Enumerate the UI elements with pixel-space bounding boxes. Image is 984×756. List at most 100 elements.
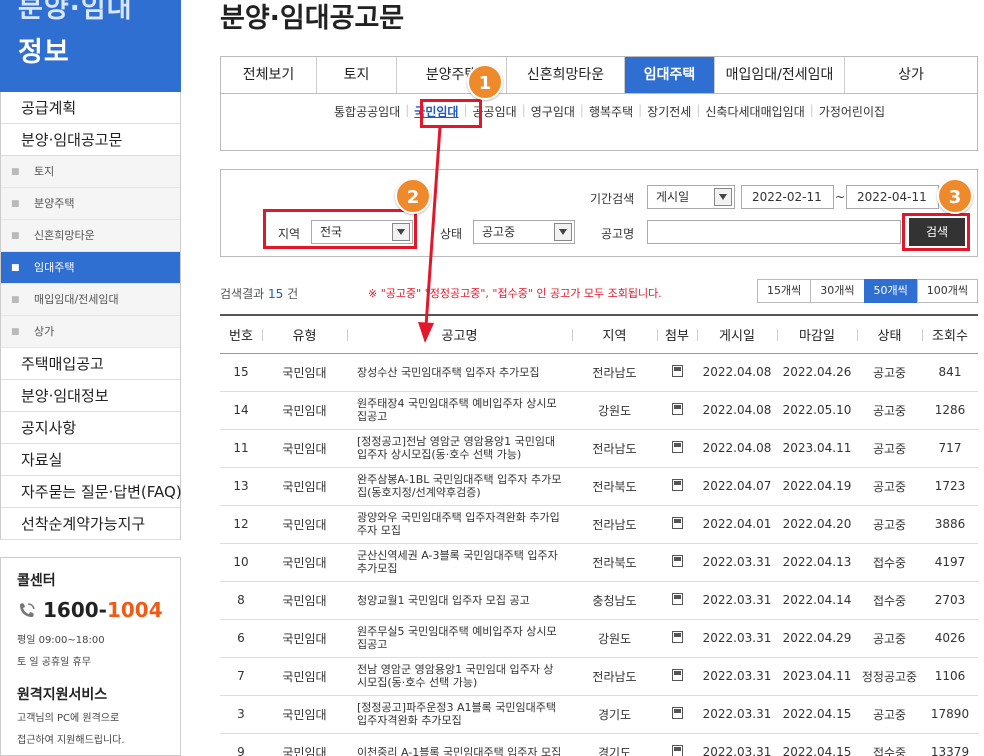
subtab-0[interactable]: 통합공공임대 <box>331 103 403 120</box>
subtabs-box: 통합공공임대 | 국민임대 | 공공임대 | 영구임대 | 행복주택 | 장기전세 | 신축다세대매입임… <box>220 93 978 151</box>
remote-service-title[interactable]: 원격지원서비스 <box>17 684 164 704</box>
sidebar-item[interactable]: ■ 상가 <box>1 316 180 348</box>
table-cell: 2023.04.11 <box>777 429 857 468</box>
table-cell[interactable]: 청양교월1 국민임대 입주자 모집 공고 <box>347 581 572 620</box>
table-cell: 17890 <box>922 695 978 734</box>
file-icon[interactable] <box>671 706 683 719</box>
table-cell: 2022.04.19 <box>777 467 857 506</box>
sidebar-item[interactable]: ■ 임대주택 <box>1 252 180 284</box>
table-cell[interactable]: 군산신역세권 A-3블록 국민임대주택 입주자 추가모집 <box>347 543 572 582</box>
tab-6[interactable]: 상가 <box>845 57 977 93</box>
file-icon[interactable] <box>671 630 683 643</box>
subtab-3[interactable]: 영구임대 <box>528 103 578 120</box>
table-row[interactable]: 9 국민임대 이천중리 A-1블록 국민임대주택 입주자 모집 경기도 2022.03.… <box>220 733 978 756</box>
table-cell[interactable]: 전남 영암군 영암용앙1 국민임대 입주자 상시모집(동·호수 선택 가능) <box>347 657 572 696</box>
table-row[interactable]: 11 국민임대 [정정공고]전남 영암군 영암용앙1 국민임대 입주자 상시모집(동… <box>220 429 978 468</box>
callcenter-title: 콜센터 <box>17 573 56 589</box>
table-cell: 공고중 <box>857 505 922 544</box>
result-prefix: 검색결과 <box>220 287 265 301</box>
subtab-6[interactable]: 신축다세대매입임대 <box>702 103 807 120</box>
file-icon[interactable] <box>671 440 683 453</box>
period-type-select[interactable]: 게시일 <box>647 185 735 209</box>
sidebar-item[interactable]: 주택매입공고 <box>1 348 180 380</box>
file-icon[interactable] <box>671 516 683 529</box>
table-header-label: 번호 <box>229 328 253 344</box>
table-row[interactable]: 7 국민임대 전남 영암군 영암용앙1 국민임대 입주자 상시모집(동·호수 선택 … <box>220 657 978 696</box>
table-header-cell: 게시일 <box>697 314 777 354</box>
tab-4[interactable]: 임대주택 <box>625 57 715 93</box>
file-icon[interactable] <box>671 478 683 491</box>
table-cell[interactable]: [정정공고]파주운정3 A1블록 국민임대주택 입주자격완화 추가모집 <box>347 695 572 734</box>
table-cell[interactable]: 완주삼봉A-1BL 국민임대주택 입주자 추가모집(동호지정/선계약후검증) <box>347 467 572 506</box>
status-value: 공고중 <box>482 225 516 239</box>
per-page-option[interactable]: 100개씩 <box>916 279 978 303</box>
file-icon[interactable] <box>671 668 683 681</box>
table-cell: 10 <box>220 543 262 582</box>
column-divider <box>922 329 923 341</box>
sidebar-item-label: 공급계획 <box>21 99 77 117</box>
table-row[interactable]: 3 국민임대 [정정공고]파주운정3 A1블록 국민임대주택 입주자격완화 추가모집… <box>220 695 978 734</box>
table-cell[interactable]: 이천중리 A-1블록 국민임대주택 입주자 모집 <box>347 733 572 756</box>
tab-0[interactable]: 전체보기 <box>221 57 317 93</box>
sidebar-item-label: 공지사항 <box>21 419 77 437</box>
table-row[interactable]: 13 국민임대 완주삼봉A-1BL 국민임대주택 입주자 추가모집(동호지정/선계약… <box>220 467 978 506</box>
file-icon[interactable] <box>671 592 683 605</box>
table-cell[interactable]: 광양와우 국민임대주택 입주자격완화 추가입주자 모집 <box>347 505 572 544</box>
table-row[interactable]: 8 국민임대 청양교월1 국민임대 입주자 모집 공고 충청남도 2022.03.31 2… <box>220 581 978 620</box>
sidebar-item-label: 선착순계약가능지구 <box>21 515 146 533</box>
per-page-option[interactable]: 50개씩 <box>863 279 918 303</box>
period-label: 기간검색 <box>590 192 635 206</box>
sidebar-item[interactable]: ■ 신혼희망타운 <box>1 220 180 252</box>
table-cell[interactable]: 원주무실5 국민임대주택 예비입주자 상시모집공고 <box>347 619 572 658</box>
table-row[interactable]: 12 국민임대 광양와우 국민임대주택 입주자격완화 추가입주자 모집 전라남도 202… <box>220 505 978 544</box>
table-row[interactable]: 15 국민임대 장성수산 국민임대주택 입주자 추가모집 전라남도 2022.04.08… <box>220 353 978 392</box>
table-cell: 4026 <box>922 619 978 658</box>
table-row[interactable]: 6 국민임대 원주무실5 국민임대주택 예비입주자 상시모집공고 강원도 2022.03… <box>220 619 978 658</box>
table-row[interactable]: 14 국민임대 원주태장4 국민임대주택 예비입주자 상시모집공고 강원도 2022.0… <box>220 391 978 430</box>
subtab-5[interactable]: 장기전세 <box>644 103 694 120</box>
subtab-4[interactable]: 행복주택 <box>586 103 636 120</box>
file-icon[interactable] <box>671 554 683 567</box>
tab-3[interactable]: 신혼희망타운 <box>507 57 625 93</box>
sidebar-item[interactable]: ■ 분양주택 <box>1 188 180 220</box>
date-to-input[interactable]: 2022-04-11 <box>846 185 939 209</box>
tab-5[interactable]: 매입임대/전세임대 <box>715 57 845 93</box>
per-page-option[interactable]: 15개씩 <box>757 279 812 303</box>
sidebar-item[interactable]: 자료실 <box>1 444 180 476</box>
sidebar-item[interactable]: 자주묻는 질문·답변(FAQ) <box>1 476 182 508</box>
table-cell: 국민임대 <box>262 391 347 430</box>
file-icon[interactable] <box>671 402 683 415</box>
name-input[interactable] <box>647 220 901 244</box>
table-cell <box>657 619 697 658</box>
table-cell[interactable]: 원주태장4 국민임대주택 예비입주자 상시모집공고 <box>347 391 572 430</box>
table-cell: 공고중 <box>857 391 922 430</box>
sidebar-item[interactable]: 선착순계약가능지구 <box>1 508 180 540</box>
callcenter-hours-weekend: 토 일 공휴일 휴무 <box>17 657 91 668</box>
status-select[interactable]: 공고중 <box>473 220 575 244</box>
subtab-7[interactable]: 가정어린이집 <box>816 103 888 120</box>
sidebar-item[interactable]: 공지사항 <box>1 412 180 444</box>
table-header-cell: 상태 <box>857 314 922 354</box>
subtabs: 통합공공임대 | 국민임대 | 공공임대 | 영구임대 | 행복주택 | 장기전세 | 신축다세대매입임… <box>331 103 888 120</box>
table-cell: 1106 <box>922 657 978 696</box>
sidebar-item[interactable]: 분양·임대정보 <box>1 380 180 412</box>
table-cell[interactable]: 장성수산 국민임대주택 입주자 추가모집 <box>347 353 572 392</box>
tab-1[interactable]: 토지 <box>317 57 397 93</box>
sidebar-item[interactable]: ■ 매입임대/전세임대 <box>1 284 180 316</box>
sidebar-item[interactable]: 공급계획 <box>1 92 180 124</box>
table-cell: 공고중 <box>857 467 922 506</box>
table-cell: 2022.04.07 <box>697 467 777 506</box>
sidebar-item[interactable]: 분양·임대공고문 <box>1 124 180 156</box>
table-row[interactable]: 10 국민임대 군산신역세권 A-3블록 국민임대주택 입주자 추가모집 전라북도 20… <box>220 543 978 582</box>
table-cell <box>657 695 697 734</box>
per-page-option[interactable]: 30개씩 <box>810 279 865 303</box>
file-icon[interactable] <box>671 744 683 756</box>
file-icon[interactable] <box>671 364 683 377</box>
table-cell[interactable]: [정정공고]전남 영암군 영암용앙1 국민임대 입주자 상시모집(동·호수 선택… <box>347 429 572 468</box>
table-cell: 전라남도 <box>572 429 657 468</box>
sidebar-item[interactable]: ■ 토지 <box>1 156 180 188</box>
date-from-input[interactable]: 2022-02-11 <box>741 185 834 209</box>
table-cell: 국민임대 <box>262 543 347 582</box>
table-cell: 공고중 <box>857 353 922 392</box>
column-divider <box>857 329 858 341</box>
